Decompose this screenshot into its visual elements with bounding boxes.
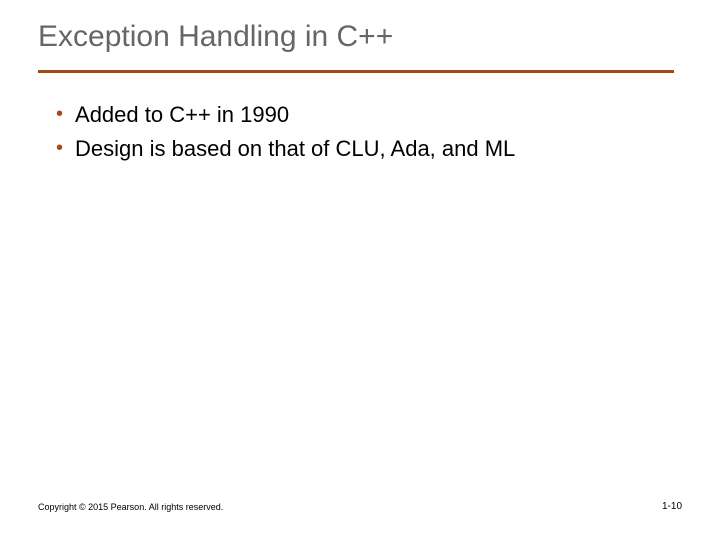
bullet-text: Design is based on that of CLU, Ada, and… (75, 134, 515, 164)
bullet-text: Added to C++ in 1990 (75, 100, 289, 130)
copyright-text: Copyright © 2015 Pearson. All rights res… (38, 502, 223, 512)
slide: Exception Handling in C++ • Added to C++… (0, 0, 720, 540)
page-number: 1-10 (662, 501, 682, 512)
bullet-icon: • (56, 100, 63, 128)
bullet-icon: • (56, 134, 63, 162)
slide-title: Exception Handling in C++ (38, 20, 393, 54)
list-item: • Added to C++ in 1990 (56, 100, 656, 130)
title-underline (38, 70, 674, 73)
list-item: • Design is based on that of CLU, Ada, a… (56, 134, 656, 164)
content-area: • Added to C++ in 1990 • Design is based… (56, 100, 656, 168)
